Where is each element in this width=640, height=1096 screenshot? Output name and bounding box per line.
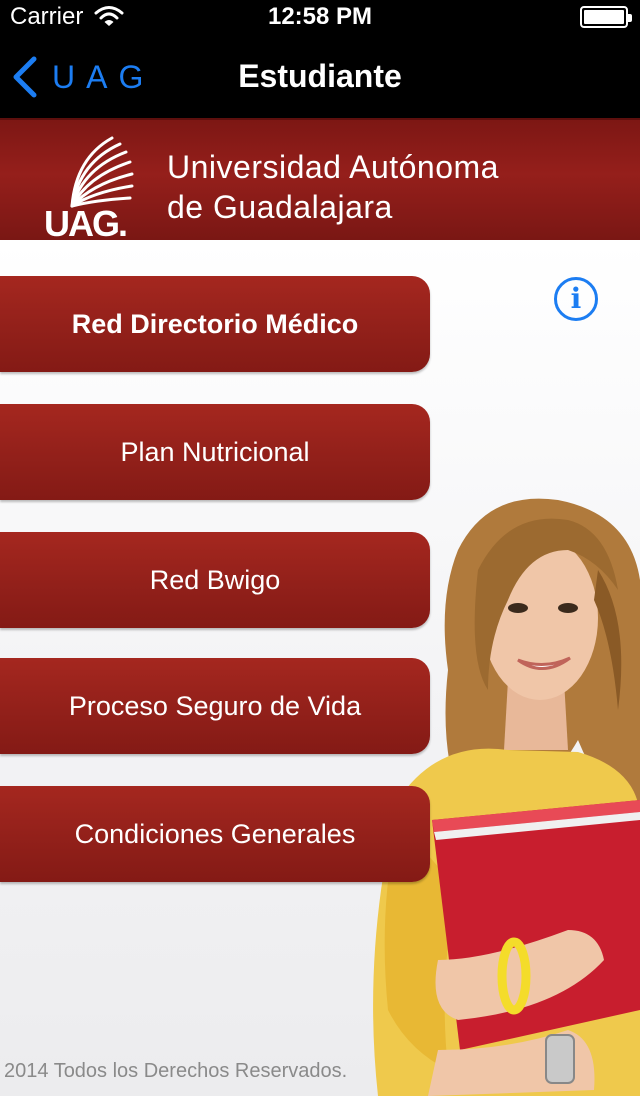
menu-button-red-directorio-medico[interactable]: Red Directorio Médico <box>0 276 430 372</box>
university-name-line1: Universidad Autónoma <box>167 149 499 185</box>
menu-button-condiciones-generales[interactable]: Condiciones Generales <box>0 786 430 882</box>
menu-button-proceso-seguro-de-vida[interactable]: Proceso Seguro de Vida <box>0 658 430 754</box>
university-banner: UAG. Universidad Autónoma de Guadalajara <box>0 118 640 240</box>
status-bar: Carrier 12:58 PM <box>0 0 640 40</box>
battery-icon <box>580 6 632 28</box>
menu-button-red-bwigo[interactable]: Red Bwigo <box>0 532 430 628</box>
logo-text: UAG. <box>44 203 126 240</box>
info-button[interactable]: i <box>554 277 598 321</box>
university-name: Universidad Autónoma de Guadalajara <box>167 147 499 227</box>
status-time: 12:58 PM <box>267 3 373 30</box>
menu-button-plan-nutricional[interactable]: Plan Nutricional <box>0 404 430 500</box>
info-icon: i <box>570 282 582 315</box>
navigation-bar: UAG Estudiante <box>0 40 640 118</box>
page-title: Estudiante <box>238 58 402 94</box>
uag-logo: UAG. <box>44 136 134 240</box>
copyright-footer: 2014 Todos los Derechos Reservados. <box>4 1060 348 1082</box>
main-content: i Red Directorio Médico Plan Nutricional… <box>0 240 640 1096</box>
university-name-line2: de Guadalajara <box>167 189 393 225</box>
